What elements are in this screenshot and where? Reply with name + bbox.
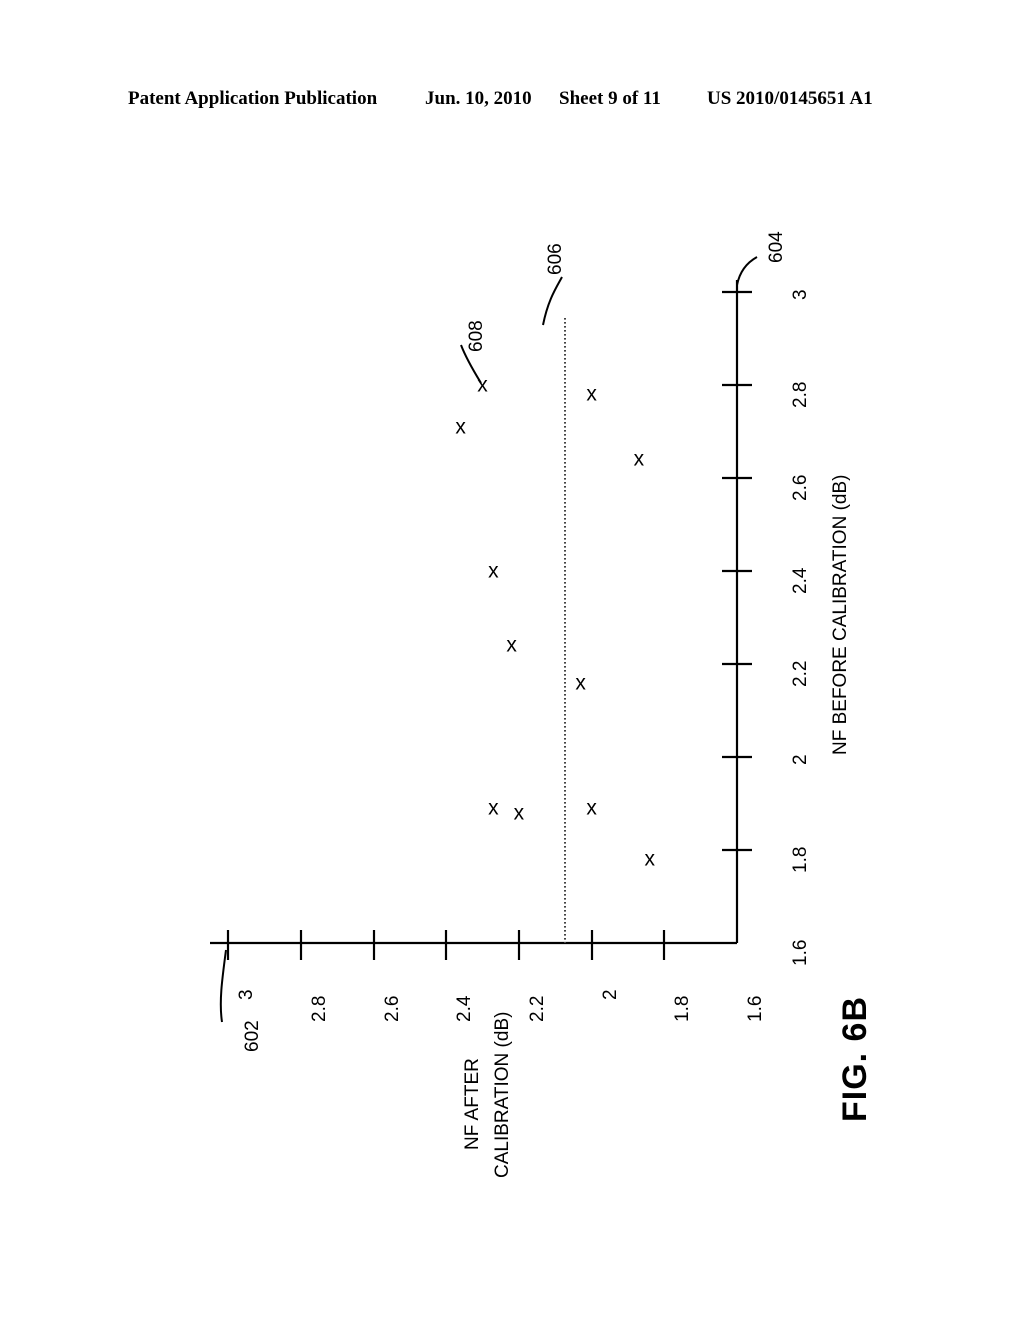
reference-numeral-602: 602: [242, 1020, 263, 1052]
data-point-marker: x: [575, 671, 586, 695]
data-point-marker: x: [513, 801, 525, 825]
y-tick-label-2.8: 2.8: [309, 995, 330, 1022]
y-axis-title-line2: CALIBRATION (dB): [492, 1011, 513, 1178]
reference-numeral-606: 606: [545, 243, 566, 275]
x-tick-label-2: 2: [790, 754, 811, 765]
data-point-marker: x: [477, 373, 488, 397]
data-point-marker: x: [488, 796, 499, 820]
y-tick-label-1.6: 1.6: [745, 995, 766, 1022]
x-tick-label-2.8: 2.8: [790, 381, 811, 408]
data-point-marker: x: [586, 796, 597, 820]
data-point-marker: x: [586, 382, 597, 406]
x-tick-label-1.6: 1.6: [790, 939, 811, 966]
y-tick-label-1.8: 1.8: [672, 995, 693, 1022]
x-tick-label-2.4: 2.4: [790, 567, 811, 594]
data-point-marker: x: [455, 415, 466, 439]
x-tick-label-2.6: 2.6: [790, 474, 811, 501]
y-tick-label-2.6: 2.6: [382, 995, 403, 1022]
x-tick-label-2.2: 2.2: [790, 660, 811, 687]
y-tick-label-3: 3: [236, 989, 257, 1000]
leader-602: [219, 949, 227, 1023]
y-axis-ticks: [226, 930, 666, 960]
leader-604: [736, 256, 758, 286]
y-tick-label-2.4: 2.4: [454, 995, 475, 1022]
leader-606: [542, 276, 563, 326]
reference-numeral-608: 608: [466, 320, 487, 352]
y-axis-title-line1: NF AFTER: [462, 1058, 483, 1150]
x-tick-label-3: 3: [790, 289, 811, 300]
y-tick-label-2.2: 2.2: [527, 995, 548, 1022]
reference-numeral-604: 604: [766, 231, 787, 263]
x-tick-label-1.8: 1.8: [790, 846, 811, 873]
data-point-marker: x: [506, 633, 517, 657]
figure-label: FIG. 6B: [836, 995, 874, 1122]
data-point-marker: x: [633, 447, 645, 471]
data-point-marker: x: [644, 847, 655, 871]
x-axis-title: NF BEFORE CALIBRATION (dB): [830, 474, 851, 755]
figure-6b: 3 2.8 2.6 2.4 2.2 2 1.8 1.6 3 2.8 2.6 2.…: [0, 0, 1024, 1320]
y-tick-label-2: 2: [600, 989, 621, 1000]
data-point-marker: x: [488, 559, 499, 583]
